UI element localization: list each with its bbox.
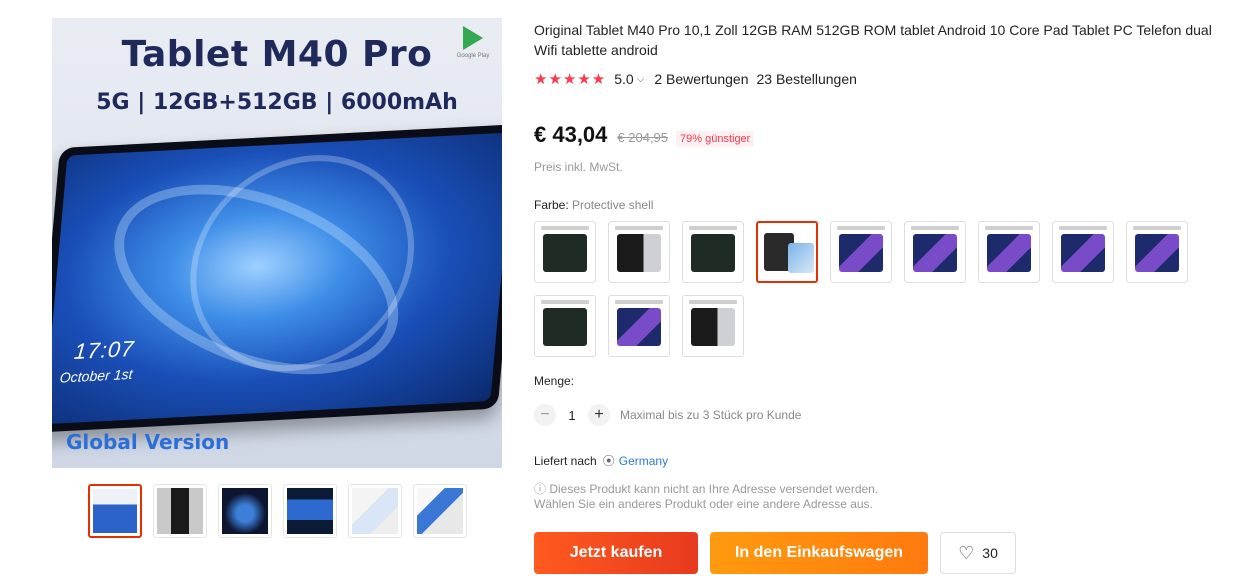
google-play-label: Google Play (456, 53, 490, 59)
screen-date: October 1st (59, 365, 134, 386)
rating-row: ★★★★★ 5.0 ⌵ 2 Bewertungen 23 Bestellunge… (534, 70, 1234, 88)
color-option[interactable] (830, 221, 892, 283)
quantity-stepper: − 1 + Maximal bis zu 3 Stück pro Kunde (534, 404, 801, 426)
color-option[interactable] (534, 295, 596, 357)
reviews-link[interactable]: 2 Bewertungen (654, 71, 748, 87)
discount-badge: 79% günstiger (676, 131, 755, 147)
thumbnail-6[interactable] (413, 484, 467, 538)
color-option[interactable] (904, 221, 966, 283)
color-option-selected[interactable] (756, 221, 818, 283)
color-option[interactable] (682, 221, 744, 283)
color-label: Farbe: Protective shell (534, 198, 653, 212)
play-triangle-icon (463, 26, 483, 50)
action-buttons: Jetzt kaufen In den Einkaufswagen ♡ 30 (534, 532, 1016, 574)
price-row: € 43,04 € 204,95 79% günstiger (534, 122, 755, 148)
color-swatches (534, 221, 1204, 357)
heart-icon: ♡ (958, 542, 975, 563)
global-version-label: Global Version (66, 430, 230, 454)
original-price: € 204,95 (617, 130, 669, 145)
color-option[interactable] (608, 221, 670, 283)
tablet-device: 17:07 October 1st (52, 123, 502, 433)
location-pin-icon: ⦿ (602, 454, 615, 468)
color-option[interactable] (978, 221, 1040, 283)
thumbnail-5[interactable] (348, 484, 402, 538)
quantity-label: Menge: (534, 374, 575, 388)
color-label-text: Farbe: (534, 198, 569, 212)
color-selected-value: Protective shell (572, 198, 654, 212)
shipping-notice-line1: ⓘ Dieses Produkt kann nicht an Ihre Adre… (534, 482, 879, 496)
color-option[interactable] (608, 295, 670, 357)
google-play-logo: Google Play (456, 24, 490, 59)
product-info: Original Tablet M40 Pro 10,1 Zoll 12GB R… (534, 20, 1234, 574)
color-option[interactable] (1126, 221, 1188, 283)
wishlist-button[interactable]: ♡ 30 (940, 532, 1016, 574)
chevron-down-icon[interactable]: ⌵ (637, 74, 645, 85)
buy-now-button[interactable]: Jetzt kaufen (534, 532, 698, 574)
thumbnail-2[interactable] (153, 484, 207, 538)
main-product-image[interactable]: Tablet M40 Pro 5G | 12GB+512GB | 6000mAh… (52, 18, 502, 468)
shipping-row: Liefert nach ⦿ Germany (534, 452, 668, 469)
shipping-notice: ⓘ Dieses Produkt kann nicht an Ihre Adre… (534, 482, 878, 512)
star-rating-icon: ★★★★★ (534, 71, 607, 88)
orders-count: 23 Bestellungen (756, 71, 857, 87)
color-option[interactable] (682, 295, 744, 357)
tax-note: Preis inkl. MwSt. (534, 160, 623, 174)
shipping-notice-line2: Wählen Sie ein anderes Produkt oder eine… (534, 497, 873, 511)
thumbnail-1[interactable] (88, 484, 142, 538)
decrease-quantity-button[interactable]: − (534, 404, 556, 426)
screen-time: 17:07 (73, 335, 136, 365)
tablet-screen: 17:07 October 1st (52, 132, 502, 425)
product-title: Original Tablet M40 Pro 10,1 Zoll 12GB R… (534, 22, 1212, 58)
quantity-value[interactable]: 1 (556, 408, 588, 423)
ship-to-label: Liefert nach (534, 453, 597, 468)
current-price: € 43,04 (534, 122, 608, 147)
rating-value[interactable]: 5.0 (614, 71, 633, 87)
thumbnail-4[interactable] (283, 484, 337, 538)
increase-quantity-button[interactable]: + (588, 404, 610, 426)
image-title: Tablet M40 Pro (121, 34, 433, 75)
thumbnail-3[interactable] (218, 484, 272, 538)
color-option[interactable] (1052, 221, 1114, 283)
add-to-cart-button[interactable]: In den Einkaufswagen (710, 532, 928, 574)
image-specs: 5G | 12GB+512GB | 6000mAh (96, 90, 458, 115)
thumbnail-strip (88, 484, 467, 538)
quantity-limit-note: Maximal bis zu 3 Stück pro Kunde (620, 408, 802, 422)
color-option[interactable] (534, 221, 596, 283)
wishlist-count: 30 (982, 545, 998, 561)
ship-country-link[interactable]: Germany (619, 454, 668, 468)
